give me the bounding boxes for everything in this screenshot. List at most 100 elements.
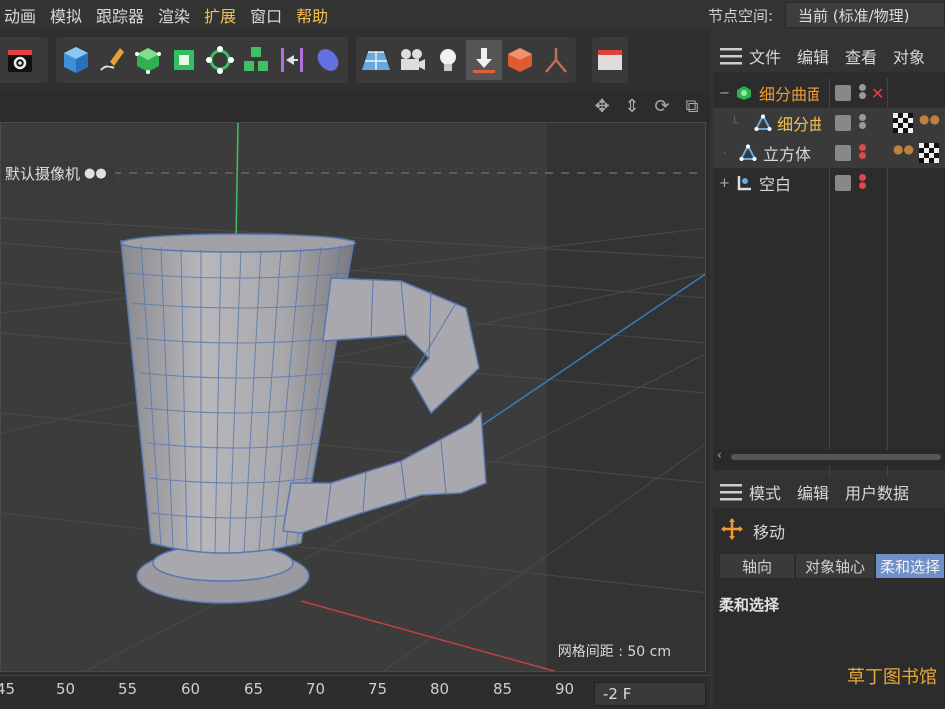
toolbar-group-create [56,37,348,83]
node-space: 节点空间: 当前 (标准/物理) [708,0,945,30]
script-icon[interactable] [594,40,626,80]
tree-connector: └ [731,116,739,130]
timeline-tick: 60 [181,680,201,698]
array-cubes-icon[interactable] [238,40,274,80]
checker-material-tag-icon[interactable] [919,143,939,163]
material-balls-icon[interactable]: ●● [919,112,940,126]
joint-icon[interactable] [538,40,574,80]
pan-view-icon[interactable]: ✥ [590,94,614,118]
object-row-child[interactable]: └ 细分曲面 ●● [713,108,945,138]
material-balls-icon[interactable]: ●● [893,142,914,156]
checker-material-tag-icon[interactable] [893,113,913,133]
timeline-tick: 75 [368,680,388,698]
timeline-tick: 50 [56,680,76,698]
render-dots[interactable] [859,173,867,190]
render-dots[interactable] [859,143,867,160]
timeline-tick: 45 [0,680,16,698]
object-manager: 文件 编辑 查看 对象 − 细分曲面 ✕ └ 细分曲面 ●● [713,40,945,483]
timeline-tick: 70 [306,680,326,698]
deformer-icon[interactable] [310,40,346,80]
om-menu-edit[interactable]: 编辑 [797,44,829,68]
pen-spline-icon[interactable] [94,40,130,80]
viewport-topbar: ✥ ⇕ ⟳ ⧉ [0,90,710,122]
object-name[interactable]: 细分曲面 [777,111,821,135]
mograph-cloner-icon[interactable] [202,40,238,80]
attribute-mode-row: 移动 [713,516,785,546]
object-row-cube[interactable]: · 立方体 ●● [713,138,945,168]
om-menu-object[interactable]: 对象 [893,44,925,68]
polygon-object-icon [753,114,773,132]
camera-label[interactable]: 默认摄像机 ●● [1,161,115,185]
node-space-select[interactable]: 当前 (标准/物理) [785,2,945,28]
subdivision-surface-icon [733,84,755,102]
expander-icon[interactable]: + [719,176,733,191]
viewport-canvas[interactable]: 默认摄像机 ●● 网格间距 : 50 cm [0,122,706,672]
main-toolbar [0,30,710,90]
am-menu-edit[interactable]: 编辑 [797,480,829,504]
tab-axis[interactable]: 轴向 [719,553,795,579]
tab-object-axis[interactable]: 对象轴心 [795,553,875,579]
expander-icon[interactable]: − [719,86,733,101]
am-menu-mode[interactable]: 模式 [749,480,781,504]
visibility-checkbox[interactable] [835,145,851,161]
camera-icon[interactable] [394,40,430,80]
hamburger-menu-icon[interactable] [713,483,749,501]
extrude-icon[interactable] [166,40,202,80]
toolbar-group-extra [592,37,628,83]
object-name[interactable]: 细分曲面 [759,81,819,105]
dolly-view-icon[interactable]: ⇕ [620,94,644,118]
viewport[interactable]: ✥ ⇕ ⟳ ⧉ 默认摄像机 ●● 网格间距: 50 cm [0,90,710,675]
scrollbar-thumb[interactable] [731,454,941,460]
attribute-section-title: 柔和选择 [719,596,780,614]
am-menu-userdata[interactable]: 用户数据 [845,480,909,504]
attribute-mode-label: 移动 [753,523,786,542]
menu-extensions[interactable]: 扩展 [200,3,246,27]
menu-bar: 动画 模拟 跟踪器 渲染 扩展 窗口 帮助 节点空间: 当前 (标准/物理) [0,0,945,30]
tree-connector: · [723,146,727,160]
timeline-tick: 65 [244,680,264,698]
timeline-tick: 85 [493,680,513,698]
om-menu-file[interactable]: 文件 [749,44,781,68]
current-frame-field[interactable]: -2 F [594,682,706,706]
menu-simulate[interactable]: 模拟 [46,3,92,27]
attribute-manager: 模式 编辑 用户数据 移动 轴向 对象轴心 柔和选择 柔和选择 草丁图书馆 [713,476,945,709]
render-dots[interactable] [859,113,867,130]
menu-tracker[interactable]: 跟踪器 [92,3,154,27]
cube-tool-icon[interactable] [502,40,538,80]
object-name[interactable]: 空白 [759,171,819,195]
camera-label-text: 默认摄像机 [5,164,81,183]
floor-icon[interactable] [358,40,394,80]
cube-icon[interactable] [58,40,94,80]
hamburger-menu-icon[interactable] [713,47,749,65]
visibility-checkbox[interactable] [835,175,851,191]
rotate-view-icon[interactable]: ⟳ [650,94,674,118]
render-settings-icon[interactable] [2,40,38,80]
om-menu-view[interactable]: 查看 [845,44,877,68]
grid-spacing-label: 网格间距 : 50 cm [557,644,671,660]
visibility-checkbox[interactable] [835,115,851,131]
object-name[interactable]: 立方体 [763,141,823,165]
object-manager-header: 文件 编辑 查看 对象 [713,40,945,72]
subdivision-surface-icon[interactable] [130,40,166,80]
watermark: 草丁图书馆 [847,667,937,688]
object-row-subdivision[interactable]: − 细分曲面 ✕ [713,78,945,108]
timeline-tick: 80 [430,680,450,698]
scroll-left-icon[interactable]: ‹ [717,448,722,462]
menu-window[interactable]: 窗口 [246,3,292,27]
menu-help[interactable]: 帮助 [292,3,338,27]
attribute-tabs: 轴向 对象轴心 柔和选择 [719,553,945,579]
light-icon[interactable] [430,40,466,80]
toggle-view-icon[interactable]: ⧉ [680,94,704,118]
scene-render [1,123,705,671]
menu-animation[interactable]: 动画 [0,3,46,27]
drop-to-floor-icon[interactable] [466,40,502,80]
menu-render[interactable]: 渲染 [154,3,200,27]
symmetry-icon[interactable] [274,40,310,80]
disabled-x-icon[interactable]: ✕ [871,84,884,103]
object-row-null[interactable]: + 空白 [713,168,945,198]
tab-soft-selection[interactable]: 柔和选择 [875,553,945,579]
timeline[interactable]: 45 50 55 60 65 70 75 80 85 90 -2 F [0,675,710,709]
render-dots[interactable] [859,83,867,100]
object-manager-scrollbar[interactable]: ‹ [713,448,945,466]
visibility-checkbox[interactable] [835,85,851,101]
